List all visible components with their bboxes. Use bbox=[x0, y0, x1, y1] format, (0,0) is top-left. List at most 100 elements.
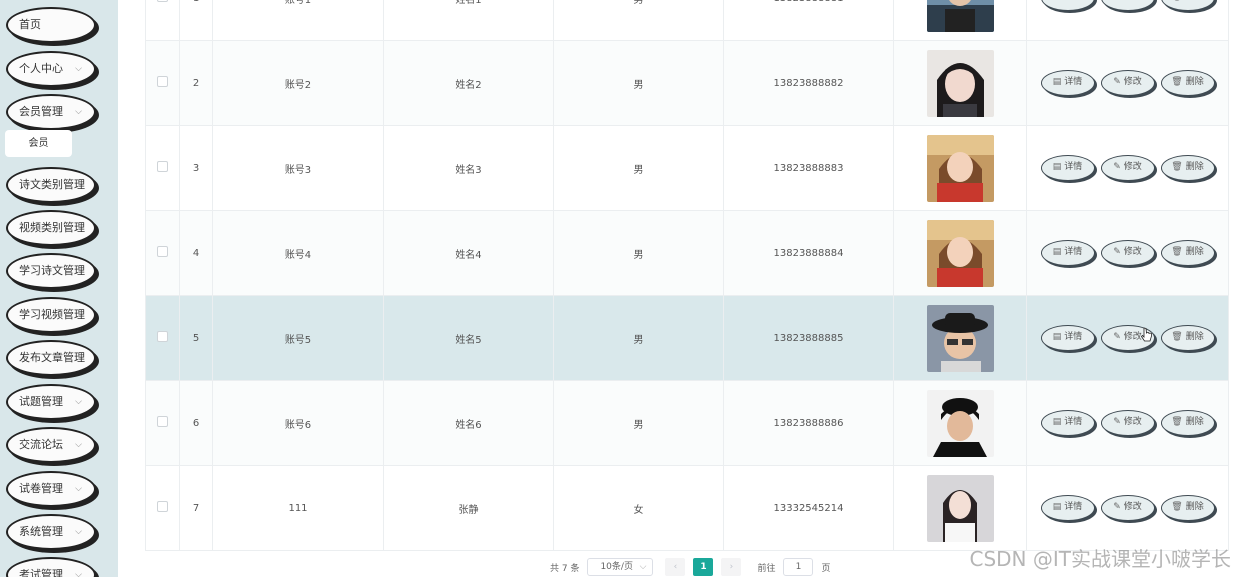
delete-button[interactable]: 🗑删除 bbox=[1160, 240, 1215, 266]
table-row[interactable]: 3 账号3 姓名3 男 13823888883 ▤ 详情 ✎ 修改 🗑 删除 bbox=[145, 125, 1229, 211]
edit-label: 修改 bbox=[1123, 247, 1142, 257]
delete-label: 删除 bbox=[1185, 332, 1204, 342]
detail-label: 详情 bbox=[1064, 77, 1083, 87]
sidebar-item-label: 会员管理 bbox=[19, 105, 63, 118]
detail-button[interactable]: ▤详情 bbox=[1040, 410, 1095, 436]
detail-button[interactable]: ▤详情 bbox=[1040, 325, 1095, 351]
avatar-cell bbox=[893, 40, 1027, 126]
name-cell: 姓名5 bbox=[383, 295, 554, 381]
sidebar-item-13[interactable]: 考试管理 ⌵ bbox=[6, 557, 96, 577]
sidebar-item-6[interactable]: 学习诗文管理 bbox=[6, 253, 96, 289]
name-cell: 姓名4 bbox=[383, 210, 554, 296]
table-row[interactable]: 2 账号2 姓名2 男 13823888882 ▤ 详情 ✎ 修改 🗑 删除 bbox=[145, 40, 1229, 126]
sidebar-item-label: 视频类别管理 bbox=[19, 221, 85, 234]
name-cell: 姓名3 bbox=[383, 125, 554, 211]
detail-label: 详情 bbox=[1064, 332, 1083, 342]
row-checkbox[interactable] bbox=[157, 0, 168, 2]
account-cell: 账号6 bbox=[212, 380, 384, 466]
delete-button[interactable]: 🗑删除 bbox=[1160, 325, 1215, 351]
edit-button[interactable]: ✎修改 bbox=[1100, 70, 1155, 96]
actions-cell: ▤详情✎修改🗑删除 bbox=[1026, 465, 1229, 551]
sidebar-item-label: 诗文类别管理 bbox=[19, 178, 85, 191]
gender-cell: 女 bbox=[553, 465, 724, 551]
edit-button[interactable]: ✎修改 bbox=[1100, 155, 1155, 181]
pencil-icon: ✎ bbox=[1113, 417, 1121, 427]
page-size-select[interactable]: 10条/页 ⌵ bbox=[587, 558, 654, 576]
sidebar-item-11[interactable]: 试卷管理 ⌵ bbox=[6, 471, 96, 507]
row-checkbox[interactable] bbox=[157, 246, 168, 257]
delete-button[interactable]: 🗑删除 bbox=[1160, 70, 1215, 96]
delete-button[interactable]: 🗑删除 bbox=[1160, 155, 1215, 181]
pagination: 共 7 条 10条/页 ⌵ ‹ 1 › 前往 1 页 bbox=[550, 557, 830, 577]
avatar bbox=[926, 49, 994, 117]
detail-label: 详情 bbox=[1064, 162, 1083, 172]
detail-button[interactable]: ▤详情 bbox=[1040, 70, 1095, 96]
next-page-button[interactable]: › bbox=[721, 558, 742, 576]
delete-label: 删除 bbox=[1185, 162, 1204, 172]
edit-button[interactable]: ✎修改 bbox=[1100, 0, 1155, 11]
main-content: 1账号1姓名1男13823888881▤详情✎修改🗑删除2账号2姓名2男1382… bbox=[145, 0, 1229, 577]
row-checkbox[interactable] bbox=[157, 416, 168, 427]
delete-button[interactable]: 🗑删除 bbox=[1160, 410, 1215, 436]
sidebar-item-1[interactable]: 首页 bbox=[6, 7, 96, 43]
phone-cell: 13823888882 bbox=[723, 40, 894, 126]
sidebar-item-5[interactable]: 视频类别管理 bbox=[6, 210, 96, 246]
row-checkbox[interactable] bbox=[157, 501, 168, 512]
edit-button[interactable]: ✎修改 bbox=[1100, 495, 1155, 521]
goto-page-input[interactable]: 1 bbox=[783, 558, 814, 576]
edit-button[interactable]: ✎修改 bbox=[1100, 240, 1155, 266]
detail-button[interactable]: ▤详情 bbox=[1040, 155, 1095, 181]
chevron-down-icon: ⌵ bbox=[75, 570, 82, 577]
delete-label: 删除 bbox=[1185, 417, 1204, 427]
pencil-icon: ✎ bbox=[1113, 0, 1121, 2]
gender-cell: 男 bbox=[553, 210, 724, 296]
phone-cell: 13823888886 bbox=[723, 380, 894, 466]
chevron-down-icon: ⌵ bbox=[75, 64, 82, 74]
sidebar-item-3[interactable]: 会员管理 ⌵ bbox=[6, 94, 96, 130]
row-select-cell bbox=[145, 40, 180, 126]
detail-button[interactable]: ▤详情 bbox=[1040, 495, 1095, 521]
row-index: 7 bbox=[179, 465, 213, 551]
sidebar-item-7[interactable]: 学习视频管理 bbox=[6, 297, 96, 333]
actions-cell: ▤详情✎修改🗑删除 bbox=[1026, 40, 1229, 126]
sidebar-item-9[interactable]: 试题管理 ⌵ bbox=[6, 384, 96, 420]
trash-icon: 🗑 bbox=[1171, 162, 1183, 172]
sidebar-item-8[interactable]: 发布文章管理 bbox=[6, 340, 96, 376]
delete-button[interactable]: 🗑删除 bbox=[1160, 0, 1215, 11]
detail-button[interactable]: ▤详情 bbox=[1040, 0, 1095, 11]
current-page-button[interactable]: 1 bbox=[693, 558, 714, 576]
row-index: 2 bbox=[179, 40, 213, 126]
avatar bbox=[926, 0, 994, 32]
sidebar: 首页 个人中心 ⌵ 会员管理 ⌵ 诗文类别管理 视频类别管理 学习诗文管理 学习视频管理 发布文章… bbox=[0, 0, 118, 577]
row-select-cell bbox=[145, 210, 180, 296]
table-row[interactable]: 5 账号5 姓名5 男 13823888885 ▤ 详情 ✎ 修改 🗑 删除 bbox=[145, 295, 1229, 381]
edit-label: 修改 bbox=[1123, 502, 1142, 512]
sidebar-item-2[interactable]: 个人中心 ⌵ bbox=[6, 51, 96, 87]
sidebar-item-10[interactable]: 交流论坛 ⌵ bbox=[6, 427, 96, 463]
sidebar-subitem-member[interactable]: 会员 bbox=[5, 130, 72, 157]
mouse-pointer-icon bbox=[1141, 327, 1152, 342]
table-row[interactable]: 7 111 张静女 13332545214 ▤ 详情 ✎ 修改 🗑 删除 bbox=[145, 465, 1229, 551]
table-row[interactable]: 6 账号6 姓名6 男 13823888886 ▤ 详情 ✎ 修改 🗑 删除 bbox=[145, 380, 1229, 466]
sidebar-item-4[interactable]: 诗文类别管理 bbox=[6, 167, 96, 203]
detail-label: 详情 bbox=[1064, 0, 1082, 2]
delete-label: 删除 bbox=[1185, 247, 1204, 257]
sidebar-item-label: 首页 bbox=[19, 18, 41, 31]
table-row[interactable]: 4 账号4 姓名4 男 13823888884 ▤ 详情 ✎ 修改 🗑 删除 bbox=[145, 210, 1229, 296]
table-row[interactable]: 1账号1姓名1男13823888881 ▤详情 ✎修改 🗑 删除 bbox=[145, 0, 1229, 41]
delete-button[interactable]: 🗑删除 bbox=[1160, 495, 1215, 521]
chevron-down-icon: ⌵ bbox=[75, 484, 82, 494]
delete-label: 删除 bbox=[1185, 77, 1204, 87]
row-checkbox[interactable] bbox=[157, 331, 168, 342]
actions-cell: ▤详情✎修改🗑删除 bbox=[1026, 210, 1229, 296]
member-table: 1账号1姓名1男13823888881▤详情✎修改🗑删除2账号2姓名2男1382… bbox=[145, 0, 1229, 551]
delete-label: 删除 bbox=[1186, 0, 1204, 2]
sidebar-item-12[interactable]: 系统管理 ⌵ bbox=[6, 514, 96, 550]
prev-page-button[interactable]: ‹ bbox=[665, 558, 686, 576]
avatar-cell bbox=[893, 295, 1027, 381]
chevron-down-icon: ⌵ bbox=[639, 562, 647, 572]
edit-button[interactable]: ✎修改 bbox=[1100, 410, 1155, 436]
row-checkbox[interactable] bbox=[157, 76, 168, 87]
row-checkbox[interactable] bbox=[157, 161, 168, 172]
detail-button[interactable]: ▤详情 bbox=[1040, 240, 1095, 266]
